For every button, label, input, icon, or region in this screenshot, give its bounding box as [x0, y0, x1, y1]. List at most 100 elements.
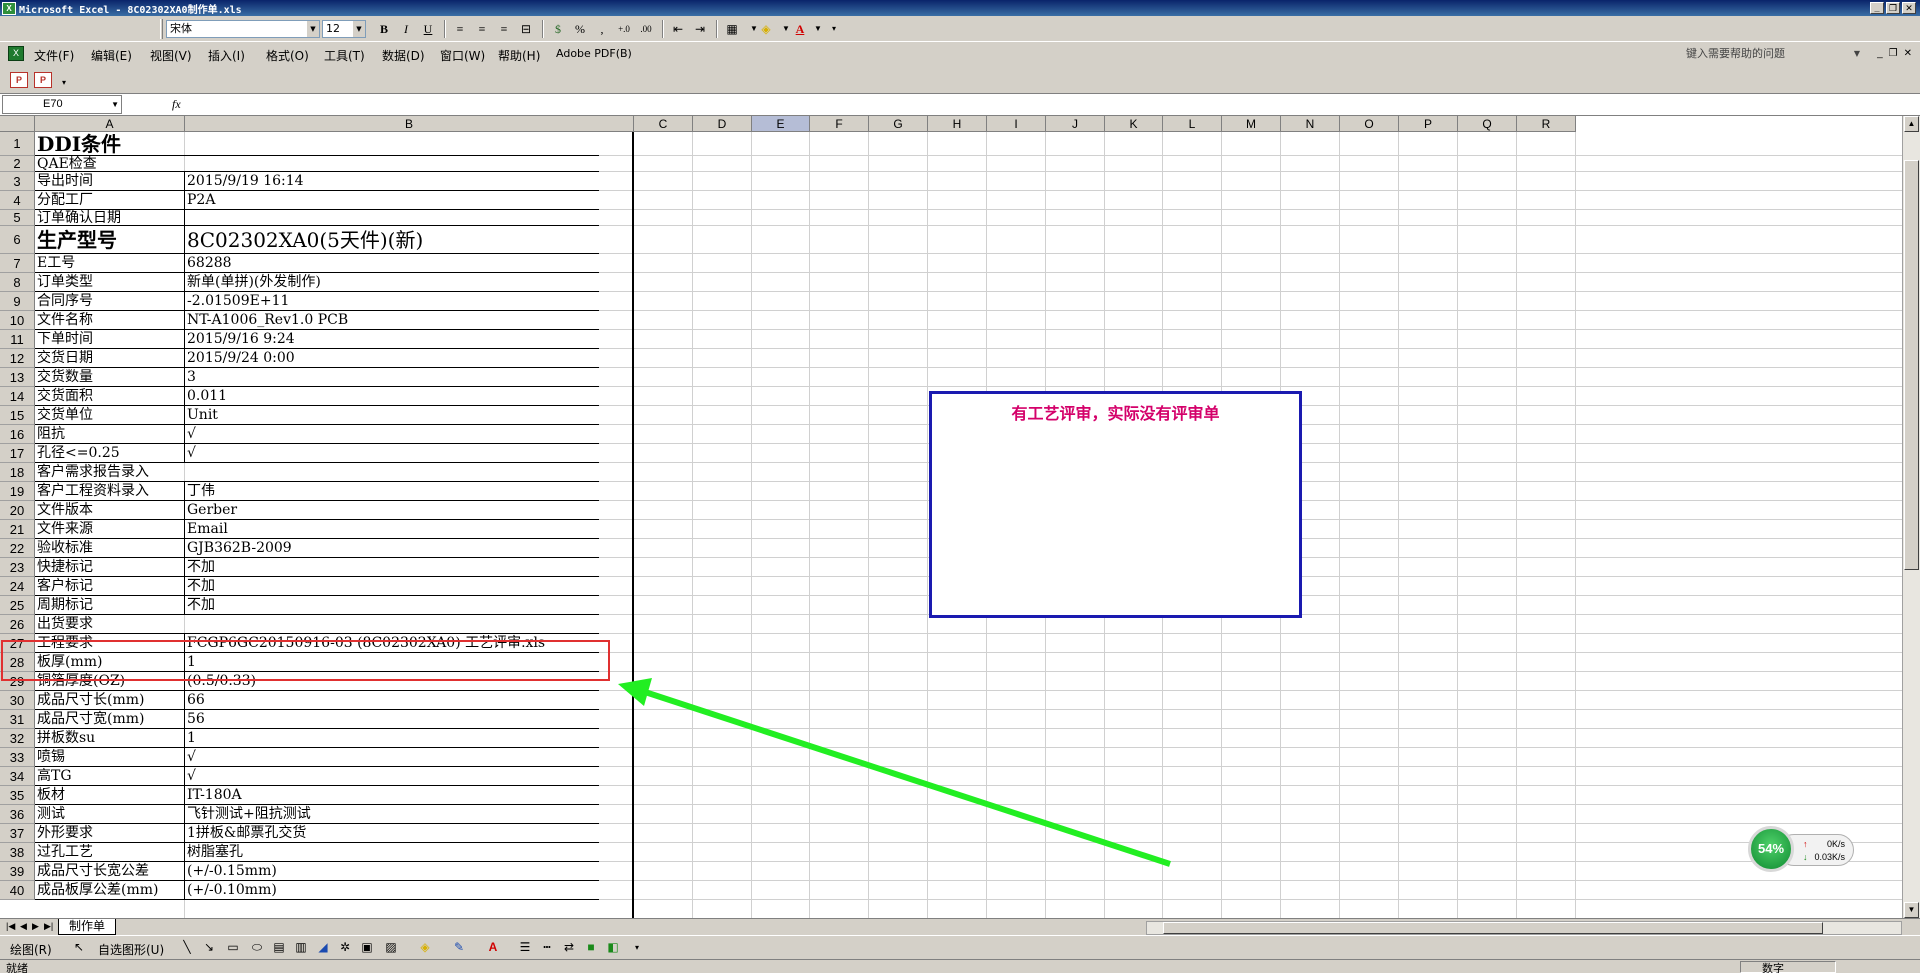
- cell-b30[interactable]: 66: [185, 691, 634, 710]
- column-header-c[interactable]: C: [634, 116, 693, 132]
- textbox-icon[interactable]: ▤: [272, 941, 286, 954]
- wordart-icon[interactable]: ◢: [316, 941, 330, 954]
- cell-b33[interactable]: √: [185, 748, 634, 767]
- cell-a8[interactable]: 订单类型: [35, 273, 185, 292]
- column-header-o[interactable]: O: [1340, 116, 1399, 132]
- row-header[interactable]: 2: [0, 156, 35, 172]
- row-header[interactable]: 24: [0, 577, 35, 596]
- column-header-l[interactable]: L: [1163, 116, 1222, 132]
- row-header[interactable]: 15: [0, 406, 35, 425]
- font-size-select[interactable]: 12 ▼: [322, 20, 366, 38]
- first-sheet-icon[interactable]: |◀: [6, 921, 15, 932]
- 3d-style-icon[interactable]: ◧: [606, 941, 620, 954]
- align-left-icon[interactable]: ≡: [450, 20, 470, 38]
- toolbar-options-icon[interactable]: ▾: [630, 941, 644, 954]
- workbook-close-icon[interactable]: ✕: [1904, 48, 1912, 59]
- cell-b3[interactable]: 2015/9/19 16:14: [185, 172, 634, 191]
- minimize-button[interactable]: _: [1870, 2, 1884, 14]
- cell-b39[interactable]: (+/-0.15mm): [185, 862, 634, 881]
- cell-a6[interactable]: 生产型号: [35, 226, 185, 254]
- font-name-select[interactable]: 宋体 ▼: [166, 20, 320, 38]
- cell-a25[interactable]: 周期标记: [35, 596, 185, 615]
- line-icon[interactable]: ╲: [180, 941, 194, 954]
- toolbar-handle[interactable]: [160, 19, 163, 39]
- cell-a4[interactable]: 分配工厂: [35, 191, 185, 210]
- last-sheet-icon[interactable]: ▶|: [44, 921, 53, 932]
- cell-b12[interactable]: 2015/9/24 0:00: [185, 349, 634, 368]
- cell-b19[interactable]: 丁伟: [185, 482, 634, 501]
- line-style-icon[interactable]: ☰: [518, 941, 532, 954]
- cell-a23[interactable]: 快捷标记: [35, 558, 185, 577]
- menu-window[interactable]: 窗口(W): [440, 47, 485, 64]
- cell-a9[interactable]: 合同序号: [35, 292, 185, 311]
- prev-sheet-icon[interactable]: ◀: [20, 921, 27, 932]
- picture-icon[interactable]: ▨: [384, 941, 398, 954]
- workbook-restore-icon[interactable]: ❐: [1889, 48, 1898, 59]
- cell-b31[interactable]: 56: [185, 710, 634, 729]
- cell-a38[interactable]: 过孔工艺: [35, 843, 185, 862]
- row-header[interactable]: 9: [0, 292, 35, 311]
- network-monitor-widget[interactable]: ↑ 0K/s ↓ 0.03K/s 54%: [1748, 826, 1856, 872]
- cell-a16[interactable]: 阻抗: [35, 425, 185, 444]
- cell-b24[interactable]: 不加: [185, 577, 634, 596]
- cell-a2[interactable]: QAE检查: [35, 156, 634, 172]
- autoshapes-button[interactable]: 自选图形(U): [98, 941, 164, 958]
- menu-adobe-pdf[interactable]: Adobe PDF(B): [556, 47, 632, 60]
- cell-b8[interactable]: 新单(单拼)(外发制作): [185, 273, 634, 292]
- cell-a31[interactable]: 成品尺寸宽(mm): [35, 710, 185, 729]
- row-header[interactable]: 18: [0, 463, 35, 482]
- cell-b23[interactable]: 不加: [185, 558, 634, 577]
- cell-a33[interactable]: 喷锡: [35, 748, 185, 767]
- row-header[interactable]: 30: [0, 691, 35, 710]
- toolbar-options-icon[interactable]: ▾: [824, 20, 844, 38]
- column-header-a[interactable]: A: [35, 116, 185, 132]
- column-header-g[interactable]: G: [869, 116, 928, 132]
- dash-style-icon[interactable]: ┅: [540, 941, 554, 954]
- diagram-icon[interactable]: ✲: [338, 941, 352, 954]
- cell-b11[interactable]: 2015/9/16 9:24: [185, 330, 634, 349]
- menu-format[interactable]: 格式(O): [266, 47, 309, 64]
- cell-a37[interactable]: 外形要求: [35, 824, 185, 843]
- cell-a7[interactable]: E工号: [35, 254, 185, 273]
- italic-button[interactable]: I: [396, 20, 416, 38]
- menu-data[interactable]: 数据(D): [382, 47, 425, 64]
- percent-button[interactable]: %: [570, 20, 590, 38]
- row-header[interactable]: 12: [0, 349, 35, 368]
- column-header-p[interactable]: P: [1399, 116, 1458, 132]
- currency-icon[interactable]: $: [548, 20, 568, 38]
- cell-b40[interactable]: (+/-0.10mm): [185, 881, 634, 900]
- row-header[interactable]: 21: [0, 520, 35, 539]
- row-header[interactable]: 4: [0, 191, 35, 210]
- cell-a35[interactable]: 板材: [35, 786, 185, 805]
- cell-a1[interactable]: DDI条件: [35, 132, 185, 156]
- row-header[interactable]: 31: [0, 710, 35, 729]
- row-header[interactable]: 25: [0, 596, 35, 615]
- column-header-f[interactable]: F: [810, 116, 869, 132]
- column-header-i[interactable]: I: [987, 116, 1046, 132]
- workbook-icon[interactable]: X: [8, 46, 24, 61]
- cell-b34[interactable]: √: [185, 767, 634, 786]
- row-header[interactable]: 37: [0, 824, 35, 843]
- cell-a3[interactable]: 导出时间: [35, 172, 185, 191]
- row-header[interactable]: 8: [0, 273, 35, 292]
- close-button[interactable]: ✕: [1902, 2, 1916, 14]
- clipart-icon[interactable]: ▣: [360, 941, 374, 954]
- cell-b15[interactable]: Unit: [185, 406, 634, 425]
- row-header[interactable]: 40: [0, 881, 35, 900]
- oval-icon[interactable]: ⬭: [250, 941, 264, 954]
- next-sheet-icon[interactable]: ▶: [32, 921, 39, 932]
- name-box[interactable]: E70 ▼: [2, 95, 122, 114]
- cell-b13[interactable]: 3: [185, 368, 634, 387]
- toolbar-options-icon[interactable]: ▾: [54, 74, 74, 92]
- select-objects-icon[interactable]: ↖: [72, 941, 86, 954]
- sheet-tab[interactable]: 制作单: [58, 919, 117, 935]
- vertical-textbox-icon[interactable]: ▥: [294, 941, 308, 954]
- row-header[interactable]: 17: [0, 444, 35, 463]
- arrow-icon[interactable]: ↘: [202, 941, 216, 954]
- cell-a24[interactable]: 客户标记: [35, 577, 185, 596]
- row-header[interactable]: 19: [0, 482, 35, 501]
- cell-a39[interactable]: 成品尺寸长宽公差: [35, 862, 185, 881]
- row-header[interactable]: 26: [0, 615, 35, 634]
- row-header[interactable]: 5: [0, 210, 35, 226]
- font-color-icon[interactable]: A: [790, 20, 810, 38]
